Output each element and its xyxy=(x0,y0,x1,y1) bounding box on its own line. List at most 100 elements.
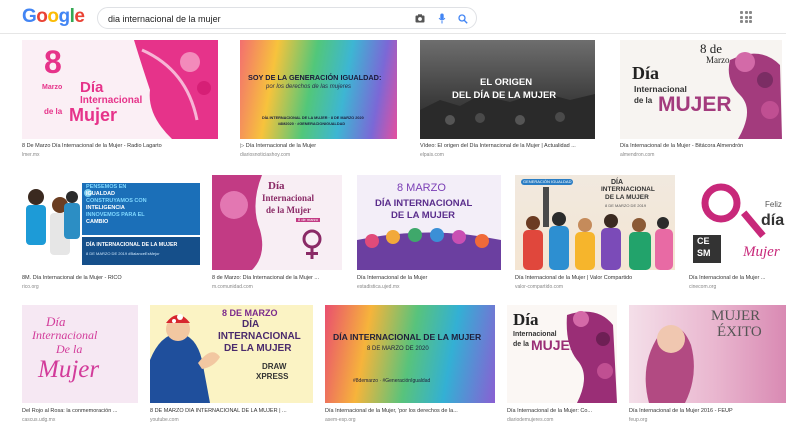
result-source: diariodemujeres.com xyxy=(507,417,554,423)
art-text: PENSEMOS EN xyxy=(86,184,127,190)
art-text: DÍA INTERNACIONAL DE LA MUJER xyxy=(86,242,178,248)
art-text: DE LA MUJER xyxy=(605,194,649,201)
result-thumbnail[interactable]: 8 DE MARZO DÍA INTERNACIONAL DE LA MUJER… xyxy=(150,305,313,403)
image-result[interactable]: Día Internacional de la Mujer 8 de marzo… xyxy=(212,175,342,295)
art-text: día xyxy=(761,212,785,229)
result-thumbnail[interactable]: 8 de Marzo Día Internacional de la MUJER xyxy=(620,40,782,139)
art-text: DE LA MUJER xyxy=(391,210,456,221)
result-caption[interactable]: Del Rojo al Rosa: la conmemoración ... xyxy=(22,408,138,415)
result-thumbnail[interactable]: MUJER ÉXITO xyxy=(629,305,786,403)
art-text: de la xyxy=(634,96,653,105)
art-text: de la Mujer xyxy=(266,205,311,215)
image-result[interactable]: DÍA INTERNACIONAL DE LA MUJER 8 DE MARZO… xyxy=(325,305,495,425)
result-source: asem-esp.org xyxy=(325,417,356,423)
art-text: INTERNACIONAL xyxy=(601,186,655,193)
result-thumbnail[interactable]: Día Internacional de la MUJER xyxy=(507,305,617,403)
result-caption[interactable]: Día Internacional de la Mujer - Bitácora… xyxy=(620,143,782,150)
art-text: Día xyxy=(513,310,539,329)
art-text: 8 de xyxy=(700,41,723,56)
image-result[interactable]: 8 MARZO DÍA INTERNACIONAL DE LA MUJER Dí… xyxy=(357,175,501,295)
art-text: Día xyxy=(46,314,66,329)
apps-grid-icon[interactable] xyxy=(740,11,752,23)
logo-letter: e xyxy=(74,6,85,27)
image-result[interactable]: Día Internacional de la MUJER Día Intern… xyxy=(507,305,617,425)
result-caption[interactable]: 8 DE MARZO DÍA INTERNACIONAL DE LA MUJER… xyxy=(150,408,313,415)
art-text: MUJER xyxy=(711,308,761,324)
search-input[interactable] xyxy=(108,11,398,26)
art-text: 8 DE MARZO DE 2020 xyxy=(367,346,429,352)
result-thumbnail[interactable]: EL ORIGEN DEL DÍA DE LA MUJER xyxy=(420,40,595,139)
result-caption[interactable]: Día Internacional de la Mujer xyxy=(357,275,501,282)
art-text: IGUALDAD xyxy=(86,191,116,197)
art-text: Mujer xyxy=(743,244,780,260)
result-thumbnail[interactable]: PENSEMOS EN IGUALDAD CONSTRUYAMOS CON IN… xyxy=(22,175,200,270)
google-logo[interactable]: Google xyxy=(22,6,85,28)
result-caption[interactable]: Día Internacional de la Mujer ... xyxy=(689,275,786,282)
image-result[interactable]: EL ORIGEN DEL DÍA DE LA MUJER Vídeo: El … xyxy=(420,40,595,164)
art-text: 8 DE MARZO xyxy=(222,308,278,318)
image-result[interactable]: GENERACIÓN IGUALDAD DÍA INTERNACIONAL DE… xyxy=(515,175,675,295)
art-text: XPRESS xyxy=(256,372,289,381)
result-source: rico.org xyxy=(22,284,39,290)
image-result[interactable]: 8 de Marzo Día Internacional de la MUJER… xyxy=(620,40,782,164)
result-thumbnail[interactable]: 8 Marzo Día Internacional de la Mujer xyxy=(22,40,218,139)
result-caption[interactable]: 8 de Marzo: Día Internacional de la Muje… xyxy=(212,275,342,282)
result-caption[interactable]: Día Internacional de la Mujer | Valor Co… xyxy=(515,275,675,282)
art-text: INTELIGENCIA xyxy=(86,205,125,211)
art-text: 8 de marzo xyxy=(296,217,321,223)
image-result[interactable]: Día Internacional De la Mujer Del Rojo a… xyxy=(22,305,138,425)
art-text: CONSTRUYAMOS CON xyxy=(86,198,147,204)
logo-letter: o xyxy=(36,6,48,27)
image-result[interactable]: 8 DE MARZO DÍA INTERNACIONAL DE LA MUJER… xyxy=(150,305,313,425)
image-result[interactable]: PENSEMOS EN IGUALDAD CONSTRUYAMOS CON IN… xyxy=(22,175,200,295)
art-text: DÍA xyxy=(242,319,260,330)
result-thumbnail[interactable]: Día Internacional de la Mujer 8 de marzo xyxy=(212,175,342,270)
art-text: CAMBIO xyxy=(86,219,109,225)
art-text: 8 DE MARZO DE 2019 xyxy=(605,203,647,208)
image-result[interactable]: SOY DE LA GENERACIÓN IGUALDAD: por los d… xyxy=(240,40,397,164)
art-text: EL ORIGEN xyxy=(480,77,533,88)
art-text: DÍA INTERNACIONAL xyxy=(375,198,473,209)
image-result[interactable]: 8 Marzo Día Internacional de la Mujer 8 … xyxy=(22,40,218,164)
art-text: de la xyxy=(44,107,63,116)
art-text: 8 DE MARZO DE 2019 #BalanceEsMejor xyxy=(86,251,160,256)
result-source: valor-compartido.com xyxy=(515,284,564,290)
result-caption[interactable]: Día Internacional de la Mujer 2016 - FEU… xyxy=(629,408,786,415)
art-badge: GENERACIÓN IGUALDAD xyxy=(521,179,574,186)
result-thumbnail[interactable]: DÍA INTERNACIONAL DE LA MUJER 8 DE MARZO… xyxy=(325,305,495,403)
result-source: cinecom.org xyxy=(689,284,717,290)
result-caption[interactable]: 8 De Marzo Día Internacional de la Mujer… xyxy=(22,143,218,150)
art-text: Marzo xyxy=(42,84,63,91)
search-icon[interactable] xyxy=(456,12,469,25)
result-caption[interactable]: ▷ Día Internacional de la Mujer xyxy=(240,143,397,150)
image-result[interactable]: Feliz día Mujer CE SM Día Internacional … xyxy=(689,175,786,295)
result-caption[interactable]: Día Internacional de la Mujer: Co... xyxy=(507,408,617,415)
art-text: MUJER xyxy=(531,337,581,353)
result-source: diariosnoticiashoy.com xyxy=(240,152,291,158)
result-thumbnail[interactable]: GENERACIÓN IGUALDAD DÍA INTERNACIONAL DE… xyxy=(515,175,675,270)
art-text: Internacional xyxy=(32,328,98,342)
image-result[interactable]: MUJER ÉXITO Día Internacional de la Muje… xyxy=(629,305,786,425)
result-caption[interactable]: Vídeo: El origen del Día Internacional d… xyxy=(420,143,595,150)
result-thumbnail[interactable]: SOY DE LA GENERACIÓN IGUALDAD: por los d… xyxy=(240,40,397,139)
art-text: CE xyxy=(697,236,710,246)
result-source: elpais.com xyxy=(420,152,444,158)
art-text: 8 MARZO xyxy=(397,182,446,194)
art-text: #8M2020 · #GENERACIONIGUALDAD xyxy=(278,122,346,126)
result-caption[interactable]: Día Internacional de la Mujer, 'por los … xyxy=(325,408,495,415)
art-text: Día xyxy=(80,79,104,96)
search-header: Google xyxy=(0,0,786,34)
art-text: ÉXITO xyxy=(717,324,762,340)
art-text: Mujer xyxy=(69,105,118,125)
art-text: Día xyxy=(268,180,285,192)
result-thumbnail[interactable]: 8 MARZO DÍA INTERNACIONAL DE LA MUJER xyxy=(357,175,501,270)
art-text: De la xyxy=(56,342,83,356)
result-thumbnail[interactable]: Feliz día Mujer CE SM xyxy=(689,175,786,270)
result-source: feup.org xyxy=(629,417,648,423)
art-text: DÍA INTERNACIONAL DE LA MUJER xyxy=(333,332,482,342)
microphone-icon[interactable] xyxy=(435,12,448,25)
result-thumbnail[interactable]: Día Internacional De la Mujer xyxy=(22,305,138,403)
result-caption[interactable]: 8M. Día Internacional de la Mujer - RICO xyxy=(22,275,200,282)
camera-icon[interactable] xyxy=(413,12,426,25)
art-text: Feliz xyxy=(765,200,782,209)
